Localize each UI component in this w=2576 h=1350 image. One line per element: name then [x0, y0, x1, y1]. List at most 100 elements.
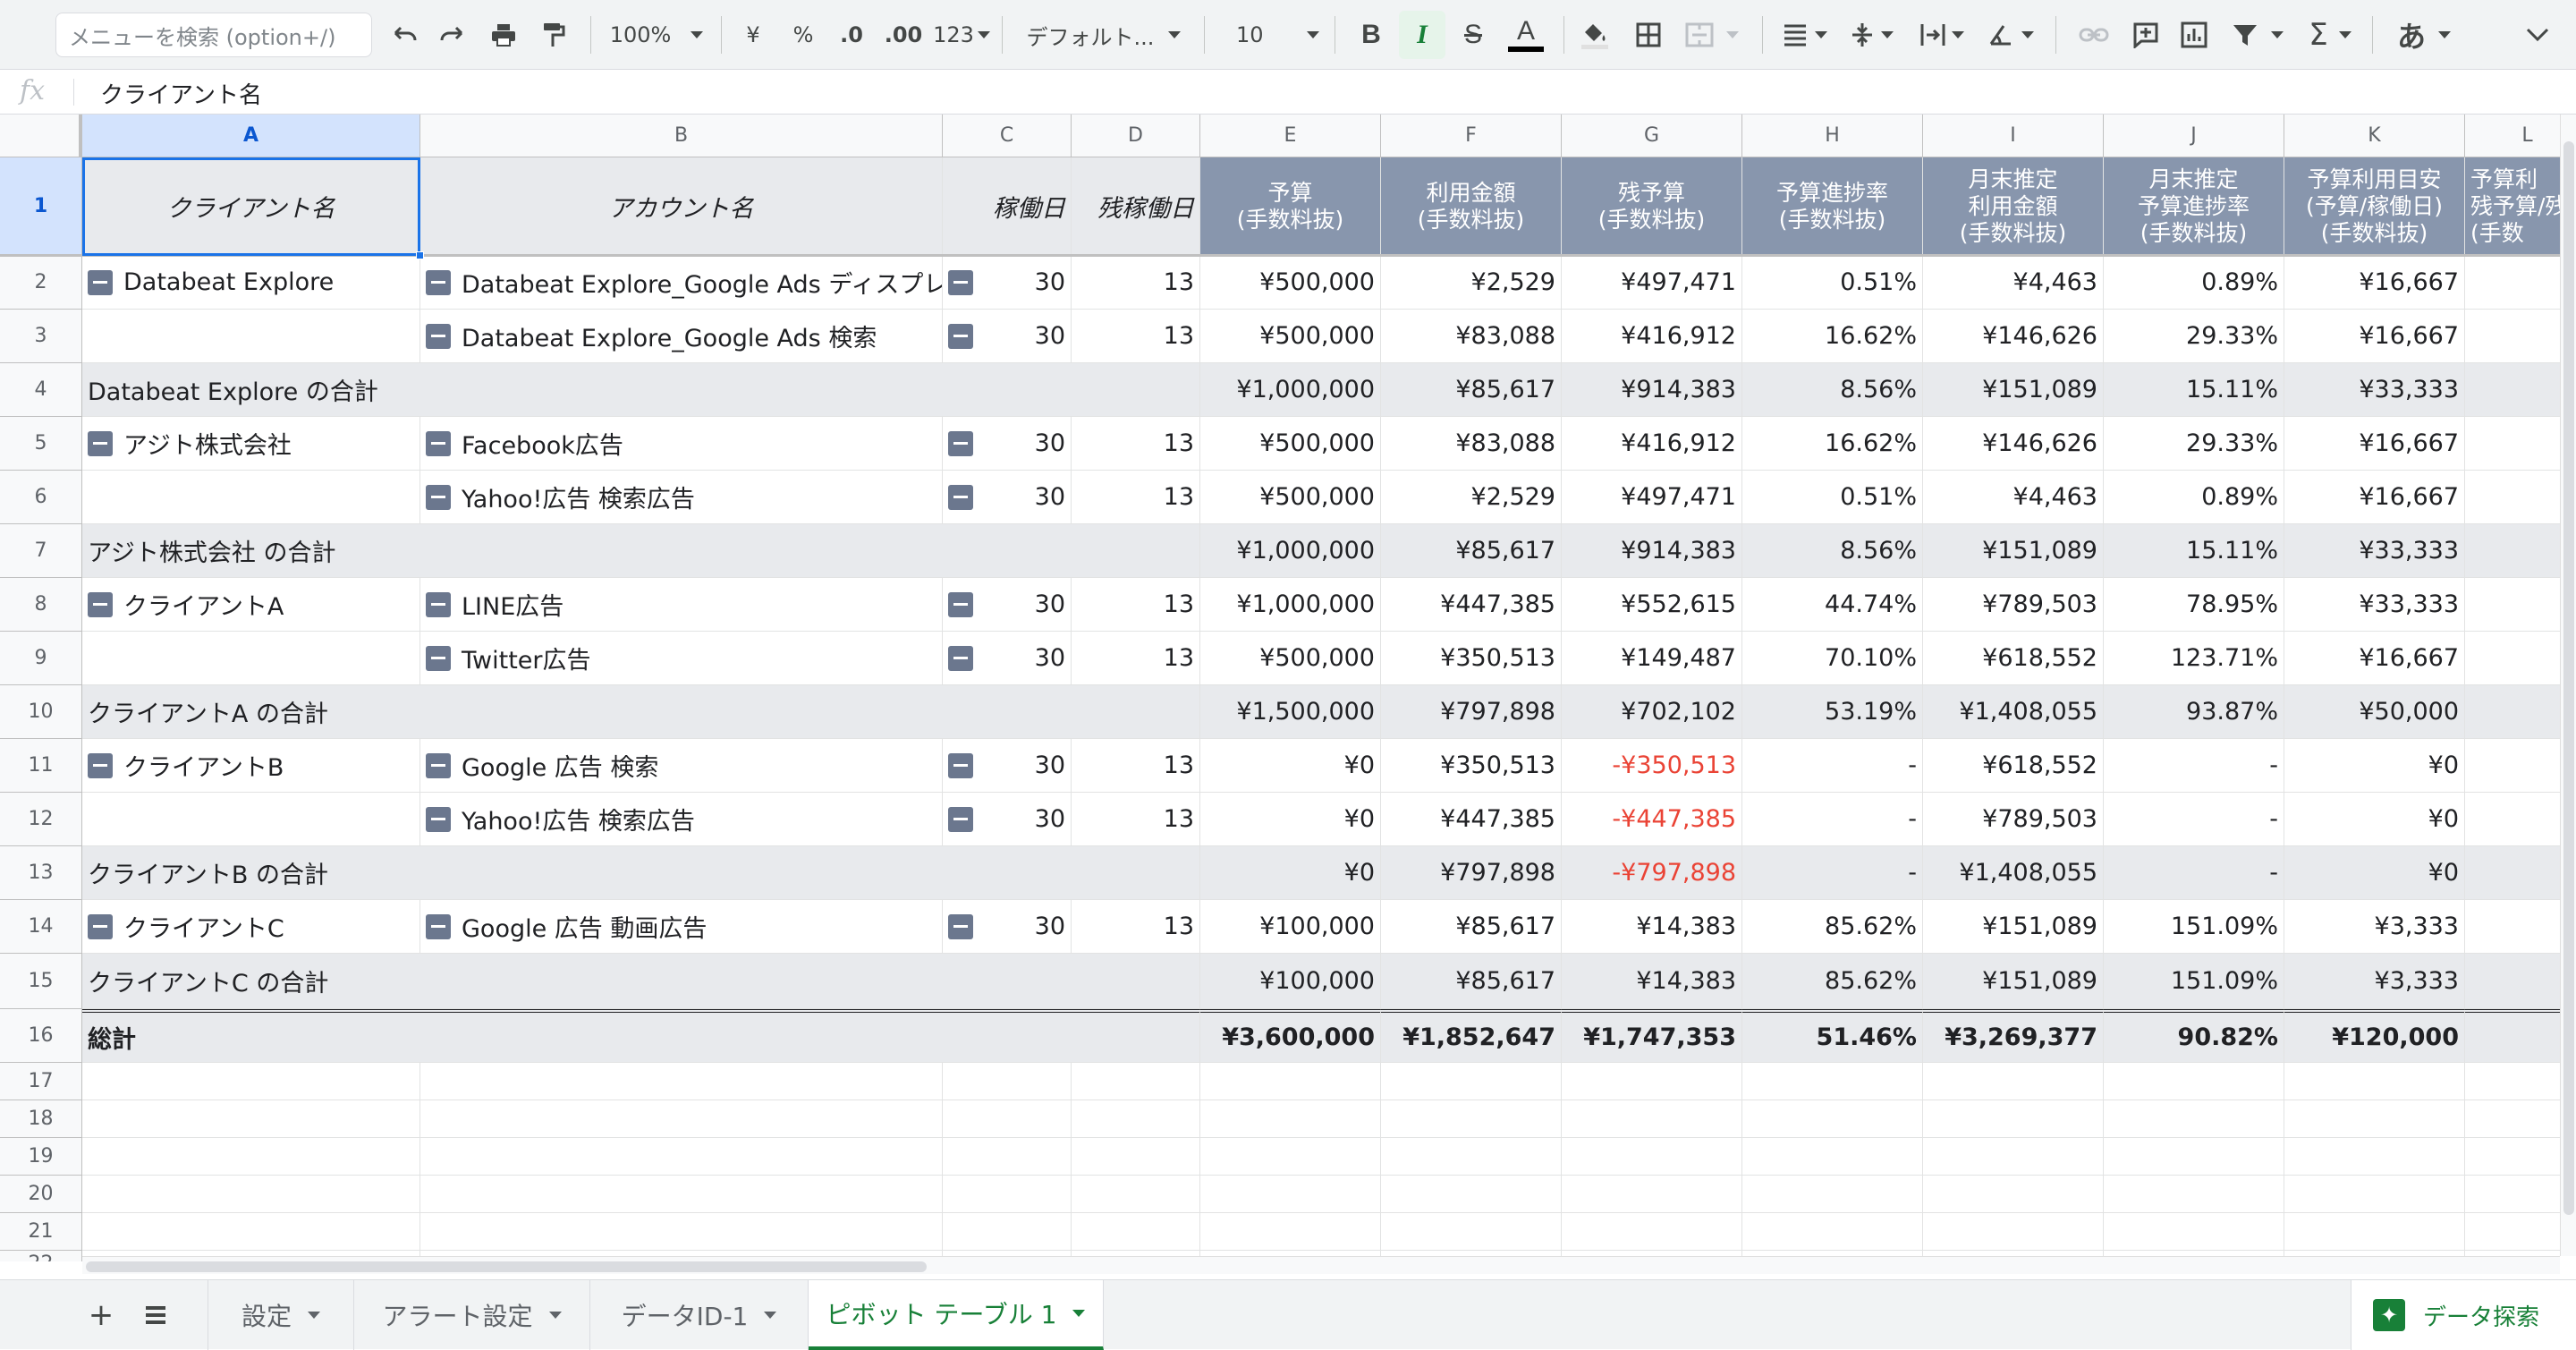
- cell-e15[interactable]: ¥100,000: [1200, 954, 1381, 1009]
- cell-d11[interactable]: 13: [1072, 739, 1200, 793]
- cell-f3[interactable]: ¥83,088: [1381, 310, 1562, 363]
- cell-b2[interactable]: Databeat Explore_Google Ads ディスプレイ: [420, 256, 943, 310]
- row-header-18[interactable]: 18: [0, 1100, 82, 1138]
- cell-f8[interactable]: ¥447,385: [1381, 578, 1562, 632]
- row-header-17[interactable]: 17: [0, 1063, 82, 1100]
- cell-g12[interactable]: -¥447,385: [1562, 793, 1742, 846]
- cell-c12[interactable]: 30: [943, 793, 1072, 846]
- collapse-group-icon[interactable]: [88, 913, 113, 939]
- column-header-i[interactable]: I: [1923, 115, 2104, 157]
- currency-format-button[interactable]: ¥: [733, 11, 773, 59]
- insert-comment-icon[interactable]: [2123, 11, 2168, 59]
- font-size-select[interactable]: 10: [1216, 11, 1324, 59]
- input-tools-button[interactable]: あ: [2388, 11, 2460, 59]
- cell-k8[interactable]: ¥33,333: [2284, 578, 2465, 632]
- all-sheets-icon[interactable]: [131, 1280, 181, 1350]
- cell-d2[interactable]: 13: [1072, 256, 1200, 310]
- cell-g5[interactable]: ¥416,912: [1562, 417, 1742, 471]
- vertical-scrollbar[interactable]: [2560, 115, 2576, 1256]
- empty-row[interactable]: [82, 1100, 2560, 1138]
- cell-f10[interactable]: ¥797,898: [1381, 685, 1562, 739]
- formula-input[interactable]: クライアント名: [100, 77, 262, 110]
- cell-a8[interactable]: クライアントA: [82, 578, 420, 632]
- collapse-group-icon[interactable]: [426, 430, 451, 456]
- cell-d8[interactable]: 13: [1072, 578, 1200, 632]
- cell-j16[interactable]: 90.82%: [2104, 1009, 2284, 1063]
- chevron-down-icon[interactable]: [764, 1312, 777, 1319]
- collapse-group-icon[interactable]: [948, 323, 973, 349]
- horizontal-scroll-thumb[interactable]: [86, 1261, 927, 1272]
- paint-format-icon[interactable]: [533, 11, 574, 59]
- cell-j2[interactable]: 0.89%: [2104, 256, 2284, 310]
- fill-handle[interactable]: [416, 251, 424, 259]
- cell-g2[interactable]: ¥497,471: [1562, 256, 1742, 310]
- cell-a13[interactable]: クライアントB の合計: [82, 846, 1200, 900]
- collapse-group-icon[interactable]: [88, 269, 113, 295]
- row-header-12[interactable]: 12: [0, 793, 82, 846]
- cell-i9[interactable]: ¥618,552: [1923, 632, 2104, 685]
- cell-a7[interactable]: アジト株式会社 の合計: [82, 524, 1200, 578]
- cell-d14[interactable]: 13: [1072, 900, 1200, 954]
- cell-h3[interactable]: 16.62%: [1742, 310, 1923, 363]
- insert-chart-icon[interactable]: [2172, 11, 2216, 59]
- row-header-22[interactable]: 22: [0, 1251, 82, 1261]
- cell-i11[interactable]: ¥618,552: [1923, 739, 2104, 793]
- percent-format-button[interactable]: %: [784, 11, 823, 59]
- cell-i4[interactable]: ¥151,089: [1923, 363, 2104, 417]
- cell-h5[interactable]: 16.62%: [1742, 417, 1923, 471]
- header-cell-a[interactable]: クライアント名: [82, 157, 420, 256]
- collapse-group-icon[interactable]: [948, 645, 973, 671]
- cell-e14[interactable]: ¥100,000: [1200, 900, 1381, 954]
- cell-a12[interactable]: [82, 793, 420, 846]
- cell-i7[interactable]: ¥151,089: [1923, 524, 2104, 578]
- empty-row[interactable]: [82, 1063, 2560, 1100]
- cell-a10[interactable]: クライアントA の合計: [82, 685, 1200, 739]
- cell-f7[interactable]: ¥85,617: [1381, 524, 1562, 578]
- cell-f14[interactable]: ¥85,617: [1381, 900, 1562, 954]
- cell-k3[interactable]: ¥16,667: [2284, 310, 2465, 363]
- collapse-group-icon[interactable]: [948, 806, 973, 832]
- cell-j9[interactable]: 123.71%: [2104, 632, 2284, 685]
- cell-g15[interactable]: ¥14,383: [1562, 954, 1742, 1009]
- row-header-8[interactable]: 8: [0, 578, 82, 632]
- cell-f4[interactable]: ¥85,617: [1381, 363, 1562, 417]
- redo-icon[interactable]: [433, 11, 474, 59]
- cell-h9[interactable]: 70.10%: [1742, 632, 1923, 685]
- cell-e11[interactable]: ¥0: [1200, 739, 1381, 793]
- print-icon[interactable]: [483, 11, 524, 59]
- row-header-9[interactable]: 9: [0, 632, 82, 685]
- cell-a5[interactable]: アジト株式会社: [82, 417, 420, 471]
- collapse-group-icon[interactable]: [426, 591, 451, 617]
- text-rotation-icon[interactable]: [1980, 11, 2041, 59]
- cell-c5[interactable]: 30: [943, 417, 1072, 471]
- functions-icon[interactable]: Σ: [2299, 11, 2361, 59]
- cell-g14[interactable]: ¥14,383: [1562, 900, 1742, 954]
- vertical-align-icon[interactable]: [1843, 11, 1902, 59]
- cell-j4[interactable]: 15.11%: [2104, 363, 2284, 417]
- cell-h14[interactable]: 85.62%: [1742, 900, 1923, 954]
- collapse-group-icon[interactable]: [426, 323, 451, 349]
- cell-e7[interactable]: ¥1,000,000: [1200, 524, 1381, 578]
- cell-i13[interactable]: ¥1,408,055: [1923, 846, 2104, 900]
- collapse-toolbar-icon[interactable]: [2513, 11, 2562, 59]
- cell-i3[interactable]: ¥146,626: [1923, 310, 2104, 363]
- header-cell-b[interactable]: アカウント名: [420, 157, 943, 256]
- cell-a16[interactable]: 総計: [82, 1009, 1200, 1063]
- header-cell-f[interactable]: 利用金額 (手数料抜): [1381, 157, 1562, 256]
- cell-e10[interactable]: ¥1,500,000: [1200, 685, 1381, 739]
- cell-f15[interactable]: ¥85,617: [1381, 954, 1562, 1009]
- collapse-group-icon[interactable]: [948, 269, 973, 295]
- row-header-1[interactable]: 1: [0, 157, 82, 256]
- cell-e2[interactable]: ¥500,000: [1200, 256, 1381, 310]
- spreadsheet-grid[interactable]: A B C D E F G H I J K L 1 2 3 4 5 6 7 8 9 10 11 12 13 14 15 16 17 18 1…: [0, 115, 2576, 1261]
- column-header-e[interactable]: E: [1200, 115, 1381, 157]
- cell-h6[interactable]: 0.51%: [1742, 471, 1923, 524]
- cell-e6[interactable]: ¥500,000: [1200, 471, 1381, 524]
- menu-search-input[interactable]: メニューを検索 (option+/): [55, 13, 372, 57]
- font-family-select[interactable]: デフォルト...: [1014, 11, 1193, 59]
- collapse-group-icon[interactable]: [426, 269, 451, 295]
- cell-b6[interactable]: Yahoo!広告 検索広告: [420, 471, 943, 524]
- cell-i2[interactable]: ¥4,463: [1923, 256, 2104, 310]
- cell-k9[interactable]: ¥16,667: [2284, 632, 2465, 685]
- cell-d3[interactable]: 13: [1072, 310, 1200, 363]
